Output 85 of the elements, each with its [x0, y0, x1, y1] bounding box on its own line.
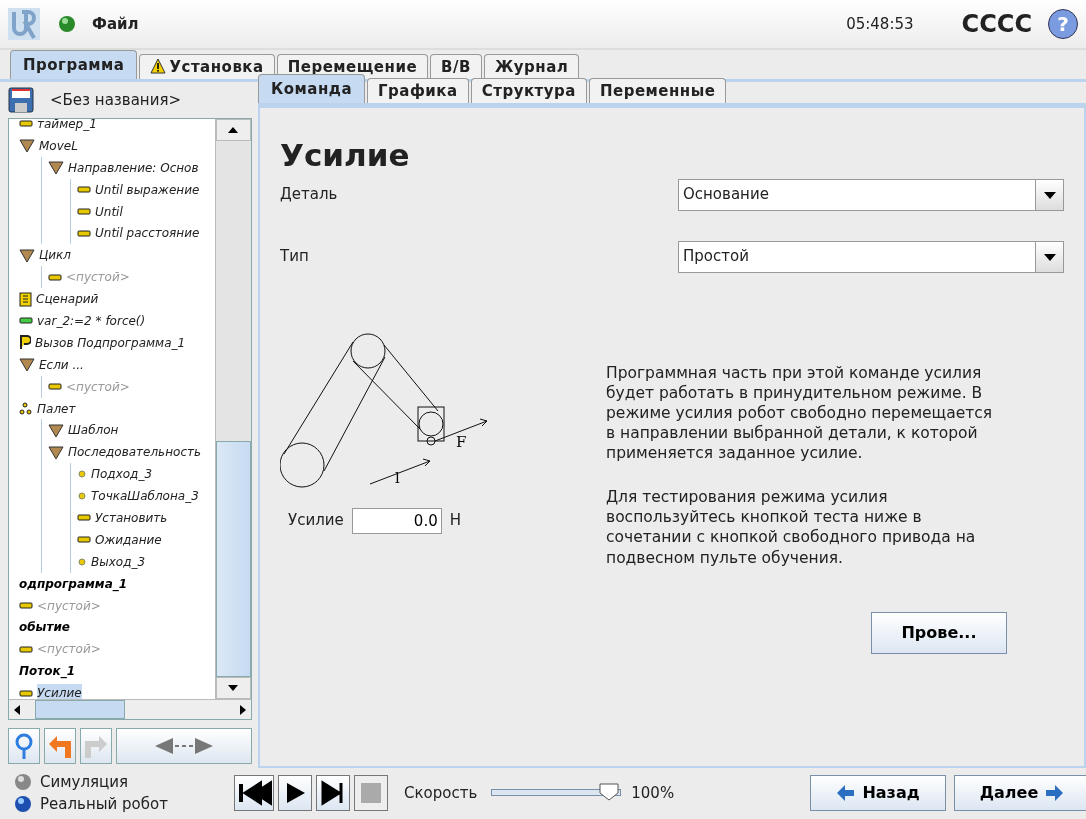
direction-label: l [395, 468, 400, 487]
dropdown[interactable]: Простой [678, 240, 1064, 273]
dot-icon [77, 468, 87, 481]
tree-item[interactable]: Until выражение [95, 180, 200, 199]
triangle-icon [48, 444, 64, 460]
test-button[interactable]: Прове... [871, 611, 1007, 654]
dot-icon [77, 555, 87, 568]
skip-back-icon[interactable] [236, 780, 272, 806]
file-menu[interactable]: Файл [92, 12, 139, 36]
dots-icon [19, 402, 33, 415]
tree-item[interactable]: Установить [95, 508, 168, 527]
tree-item[interactable]: Выход_3 [91, 552, 146, 571]
tree-item[interactable]: одпрограмма_1 [19, 574, 128, 593]
tree-item[interactable]: var_2:=2 * force() [37, 311, 146, 330]
dropdown[interactable]: Основание [678, 178, 1064, 211]
bar-icon [77, 205, 91, 218]
main-tab[interactable]: В/В [430, 53, 482, 79]
triangle-icon [19, 357, 35, 373]
tree-item[interactable]: Направление: Основ [68, 158, 199, 177]
field-label: Усилие [288, 510, 344, 532]
logo-icon [8, 8, 40, 40]
sub-tab[interactable]: Графика [367, 77, 469, 103]
tree-item[interactable]: таймер_1 [37, 114, 97, 133]
radio-label: Симуляция [40, 771, 128, 793]
command-title: Усилие [280, 136, 411, 175]
main-tab[interactable]: Программа [10, 49, 138, 79]
tree-item[interactable]: Если ... [39, 355, 84, 374]
tree-item[interactable]: MoveL [39, 136, 78, 155]
save-icon[interactable] [8, 87, 34, 113]
field-label: Тип [280, 246, 310, 268]
tree-item[interactable]: Шаблон [68, 421, 119, 440]
unit-label: Н [449, 510, 461, 532]
speed-label: Скорость [404, 782, 478, 804]
force-label: F [456, 432, 467, 451]
double-arrow-icon[interactable] [153, 736, 215, 756]
tree-item[interactable]: Последовательность [68, 443, 202, 462]
status-icon [58, 15, 76, 33]
right-arrow-icon [1046, 784, 1065, 802]
caret-icon [1042, 189, 1057, 200]
description-text: Программная часть при этой команде усилия будет работать в принудительном режиме. В режиме усилия робот свободно перемещается в направлении выбранной детали, к которой применяется заданное усилие. [606, 362, 994, 464]
tree-item[interactable]: Палет [37, 399, 76, 418]
triangle-icon [48, 160, 64, 176]
tree-item[interactable]: Поток_1 [19, 662, 75, 681]
back-button[interactable]: Назад [810, 775, 946, 811]
triangle-icon [19, 138, 35, 154]
dot-icon [77, 490, 87, 503]
tree-item[interactable]: Цикл [39, 246, 72, 265]
sub-tab[interactable]: Команда [258, 73, 366, 103]
tree-item[interactable]: ТочкаШаблона_3 [91, 487, 199, 506]
main-tab[interactable]: Журнал [483, 53, 580, 79]
tree-item[interactable]: Подход_3 [91, 465, 153, 484]
triangle-icon [19, 247, 35, 263]
radio-button[interactable] [14, 795, 32, 814]
scroll-down-button[interactable] [216, 677, 251, 699]
robot-name: CCCC [961, 9, 1032, 40]
speed-reading: 100% [631, 782, 675, 804]
tree-item[interactable]: Вызов Подпрограмма_1 [35, 333, 186, 352]
triangle-icon [48, 422, 64, 438]
search-icon[interactable] [14, 732, 34, 760]
slider-thumb[interactable] [599, 783, 620, 801]
sub-tab[interactable]: Переменные [588, 77, 727, 103]
tree-item[interactable]: Until расстояние [95, 224, 200, 243]
clock-time: 05:48:53 [846, 13, 914, 35]
description-text: Для тестирования режима усилия воспользуйтесь кнопкой теста ниже в сочетании с кнопкой свободного привода на подвесном пульте обучения. [606, 487, 977, 568]
radio-button[interactable] [14, 772, 32, 791]
force-input[interactable]: 0.0 [351, 507, 442, 534]
left-arrow-icon [836, 784, 855, 802]
main-tab[interactable]: Установка [139, 53, 275, 79]
program-name: <Без названия> [50, 89, 181, 111]
radio-label: Реальный робот [40, 794, 168, 815]
tree-item[interactable]: Сценарий [36, 290, 99, 309]
scrollbar-thumb[interactable] [35, 700, 125, 719]
scroll-up-button[interactable] [216, 119, 251, 141]
field-label: Деталь [280, 184, 339, 206]
tree-item[interactable]: Until [95, 202, 123, 221]
caret-icon [1042, 251, 1057, 262]
scrollbar-thumb[interactable] [216, 441, 251, 677]
flag-icon [19, 335, 31, 351]
main-tab[interactable]: Перемещение [276, 53, 429, 79]
tree-item[interactable]: Ожидание [95, 530, 162, 549]
tree-item[interactable]: Усилие [37, 684, 82, 699]
script-icon [19, 291, 32, 307]
next-button[interactable]: Далее [954, 775, 1086, 811]
sub-tab[interactable]: Структура [470, 77, 587, 103]
tree-item[interactable]: обытие [19, 618, 70, 637]
